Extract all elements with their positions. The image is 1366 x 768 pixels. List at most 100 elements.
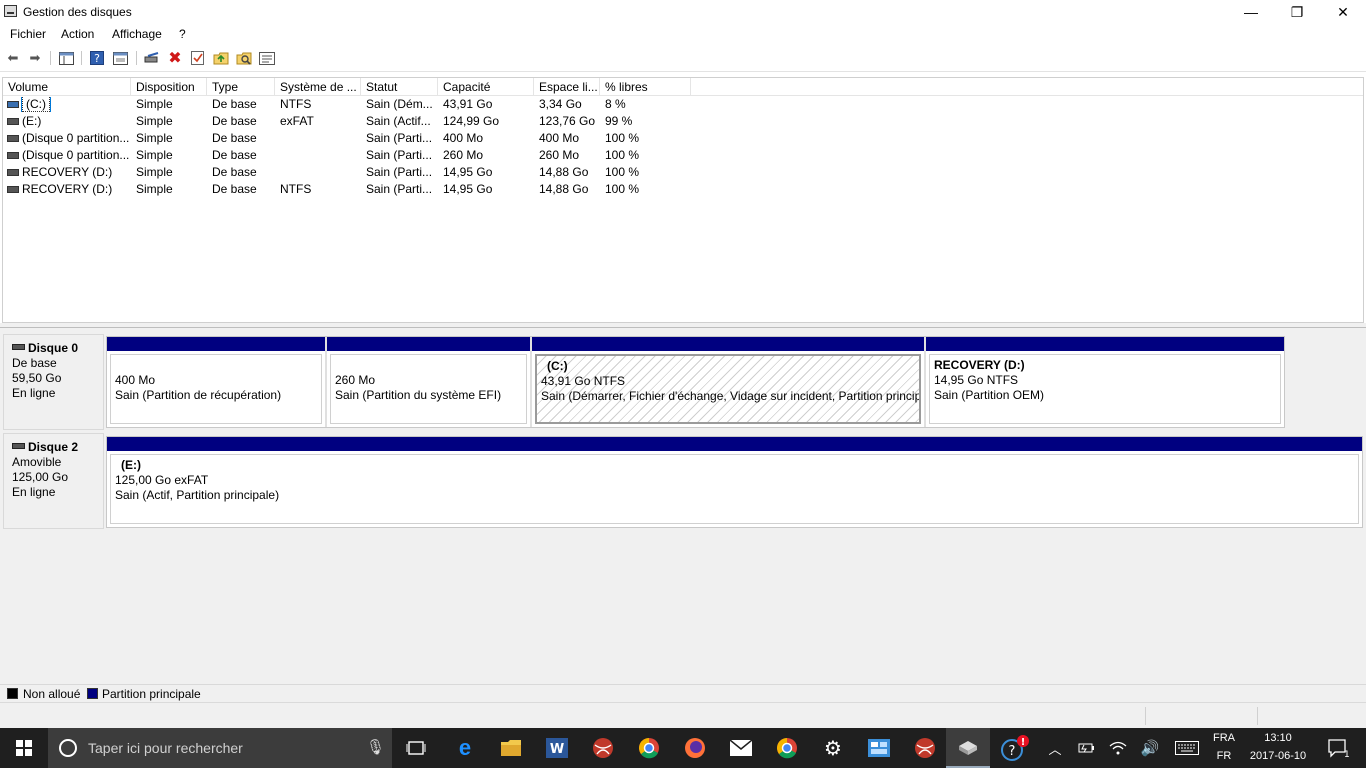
column-type[interactable]: Type <box>207 78 275 96</box>
word-icon[interactable]: W <box>536 728 578 768</box>
disk-0-partition-efi[interactable]: 260 Mo Sain (Partition du système EFI) <box>327 337 532 427</box>
disk-0-label[interactable]: Disque 0 De base 59,50 Go En ligne <box>3 334 104 430</box>
menu-affichage[interactable]: Affichage <box>112 27 162 41</box>
language-indicator-top[interactable]: FRA <box>1208 732 1240 744</box>
power-icon[interactable] <box>1074 728 1098 768</box>
disk-0-kind: De base <box>12 356 57 370</box>
column-capacity[interactable]: Capacité <box>438 78 534 96</box>
cell-status: Sain (Dém... <box>366 97 433 111</box>
connect-icon[interactable] <box>143 49 161 67</box>
edge-icon[interactable]: e <box>444 728 486 768</box>
disk-0-size: 59,50 Go <box>12 371 62 385</box>
volume-list: Volume Disposition Type Système de ... S… <box>2 77 1364 323</box>
volume-icon <box>7 186 19 193</box>
table-row[interactable]: RECOVERY (D:) Simple De base NTFS Sain (Part… <box>3 181 1363 198</box>
column-pct-free[interactable]: % libres <box>600 78 691 96</box>
table-row[interactable]: (Disque 0 partition... Simple De base Sain … <box>3 147 1363 164</box>
cell-disposition: Simple <box>136 148 173 162</box>
column-filesystem[interactable]: Système de ... <box>275 78 361 96</box>
disk-2-state: En ligne <box>12 485 56 499</box>
table-row[interactable]: (E:) Simple De base exFAT Sain (Actif... 124,… <box>3 113 1363 130</box>
mail-icon[interactable] <box>720 728 762 768</box>
keyboard-icon[interactable] <box>1172 728 1202 768</box>
minimize-button[interactable]: — <box>1228 0 1274 24</box>
cell-disposition: Simple <box>136 114 173 128</box>
list-icon[interactable] <box>258 49 276 67</box>
cell-fs: NTFS <box>280 182 312 196</box>
svg-text:?: ? <box>94 52 100 65</box>
cell-volume: RECOVERY (D:) <box>3 182 131 197</box>
chrome-alt-icon[interactable] <box>766 728 808 768</box>
svg-text:W: W <box>550 742 564 757</box>
clock-time[interactable]: 13:10 <box>1244 732 1312 744</box>
column-disposition[interactable]: Disposition <box>131 78 207 96</box>
disk-0-partition-c[interactable]: (C:) 43,91 Go NTFS Sain (Démarrer, Fichi… <box>532 337 926 427</box>
cell-pct: 100 % <box>605 165 640 179</box>
action-center-icon[interactable]: 1 <box>1318 728 1358 768</box>
title-bar: Gestion des disques — ❐ ✕ <box>0 0 1366 24</box>
console-tree-icon[interactable] <box>57 49 75 67</box>
partition-name: (C:) <box>547 359 568 373</box>
help-alert-icon[interactable]: ?! <box>994 728 1036 768</box>
show-hidden-icons-icon[interactable]: ︿ <box>1044 728 1066 768</box>
status-bar <box>0 702 1366 728</box>
settings-icon[interactable]: ⚙ <box>812 728 854 768</box>
disk-icon <box>12 344 25 350</box>
close-button[interactable]: ✕ <box>1320 0 1366 24</box>
taskbar-search[interactable]: Taper ici pour rechercher 🎙 <box>48 728 392 768</box>
firefox-icon[interactable] <box>674 728 716 768</box>
properties-icon[interactable] <box>111 49 129 67</box>
app-red-icon[interactable] <box>582 728 624 768</box>
disk-2-label[interactable]: Disque 2 Amovible 125,00 Go En ligne <box>3 433 104 529</box>
language-indicator-bottom[interactable]: FR <box>1208 750 1240 762</box>
legend-primary: Partition principale <box>102 687 201 701</box>
cell-disposition: Simple <box>136 165 173 179</box>
volume-icon[interactable]: 🔊 <box>1138 728 1162 768</box>
folder-up-icon[interactable] <box>212 49 230 67</box>
table-row[interactable]: (Disque 0 partition... Simple De base Sain … <box>3 130 1363 147</box>
partition-size: 14,95 Go NTFS <box>934 373 1019 387</box>
control-panel-icon[interactable] <box>858 728 900 768</box>
disk-2-partitions: (E:) 125,00 Go exFAT Sain (Actif, Partit… <box>106 436 1363 528</box>
task-view-icon[interactable] <box>396 728 436 768</box>
back-arrow-icon[interactable]: ⬅ <box>4 49 22 67</box>
column-volume[interactable]: Volume <box>3 78 131 96</box>
cell-free: 14,88 Go <box>539 165 589 179</box>
volume-icon <box>7 101 19 108</box>
wifi-icon[interactable] <box>1106 728 1130 768</box>
search-folder-icon[interactable] <box>235 49 253 67</box>
menu-action[interactable]: Action <box>61 27 94 41</box>
primary-partition-bar <box>926 337 1284 351</box>
clock-date[interactable]: 2017-06-10 <box>1244 750 1312 762</box>
file-explorer-icon[interactable] <box>490 728 532 768</box>
disk-0-partition-recovery-d[interactable]: RECOVERY (D:) 14,95 Go NTFS Sain (Partit… <box>926 337 1284 427</box>
app-red-2-icon[interactable] <box>904 728 946 768</box>
partition-status: Sain (Démarrer, Fichier d'échange, Vidag… <box>541 389 921 403</box>
forward-arrow-icon[interactable]: ➡ <box>26 49 44 67</box>
check-icon[interactable] <box>189 49 207 67</box>
microphone-icon[interactable]: 🎙 <box>366 738 385 756</box>
disk-2-size: 125,00 Go <box>12 470 69 484</box>
partition-name: RECOVERY (D:) <box>934 358 1025 372</box>
table-row[interactable]: RECOVERY (D:) Simple De base Sain (Parti...… <box>3 164 1363 181</box>
start-button[interactable] <box>0 728 48 768</box>
chrome-icon[interactable] <box>628 728 670 768</box>
legend-swatch-unallocated <box>7 688 18 699</box>
help-icon[interactable]: ? <box>88 49 106 67</box>
svg-text:!: ! <box>1021 737 1026 748</box>
legend-swatch-primary <box>87 688 98 699</box>
cell-pct: 8 % <box>605 97 626 111</box>
menu-fichier[interactable]: Fichier <box>10 27 46 41</box>
cell-pct: 99 % <box>605 114 633 128</box>
disk-0-partition-recovery[interactable]: 400 Mo Sain (Partition de récupération) <box>107 337 327 427</box>
column-status[interactable]: Statut <box>361 78 438 96</box>
cell-capacity: 400 Mo <box>443 131 484 145</box>
table-row[interactable]: (C:) Simple De base NTFS Sain (Dém... 43,91 G… <box>3 96 1363 113</box>
delete-icon[interactable]: ✖ <box>166 49 184 67</box>
column-free-space[interactable]: Espace li... <box>534 78 600 96</box>
menu-help[interactable]: ? <box>179 27 186 41</box>
disk-2-partition-e[interactable]: (E:) 125,00 Go exFAT Sain (Actif, Partit… <box>107 437 1362 527</box>
volume-icon <box>7 169 19 176</box>
disk-management-icon[interactable] <box>946 728 990 768</box>
maximize-button[interactable]: ❐ <box>1274 0 1320 24</box>
